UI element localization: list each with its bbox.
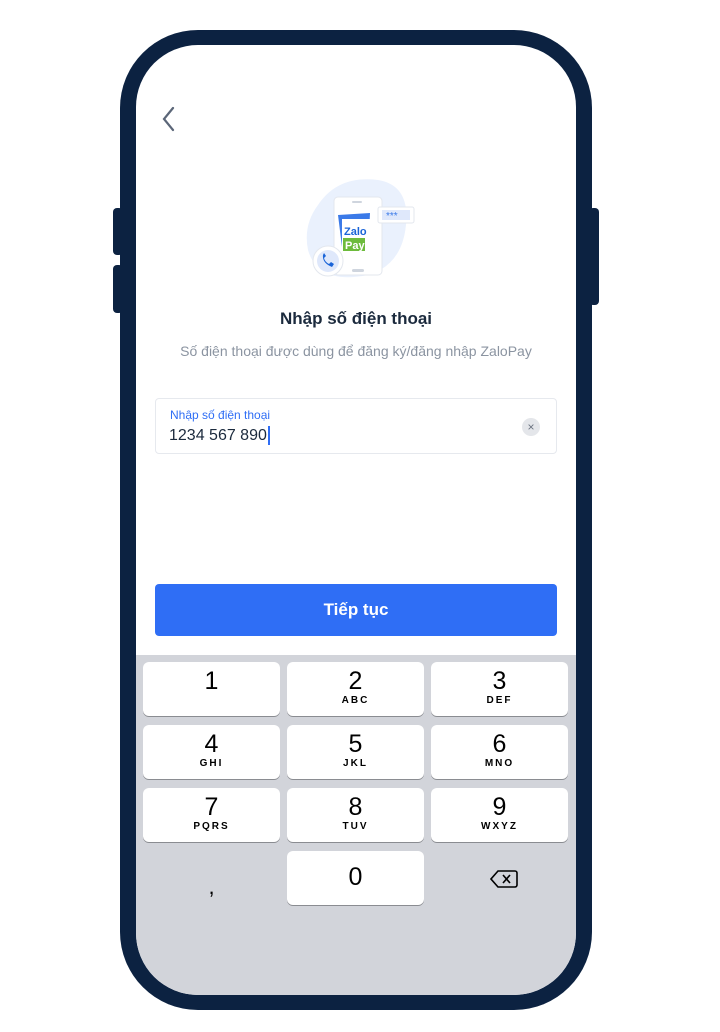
- key-letters: WXYZ: [481, 821, 518, 832]
- key-2[interactable]: 2 ABC: [287, 662, 424, 716]
- key-7[interactable]: 7 PQRS: [143, 788, 280, 842]
- key-8[interactable]: 8 TUV: [287, 788, 424, 842]
- logo-text-pay: Pay: [345, 240, 365, 252]
- key-0[interactable]: 0: [287, 851, 424, 905]
- text-caret: [267, 426, 270, 445]
- key-3[interactable]: 3 DEF: [431, 662, 568, 716]
- clear-icon[interactable]: ×: [522, 418, 540, 436]
- key-1[interactable]: 1: [143, 662, 280, 716]
- field-label: Nhập số điện thoại: [170, 408, 271, 422]
- page-subtitle: Số điện thoại được dùng để đăng ký/đăng …: [180, 343, 532, 359]
- continue-button[interactable]: Tiếp tục: [155, 584, 557, 636]
- key-letters: GHI: [199, 758, 224, 769]
- page-title: Nhập số điện thoại: [279, 309, 433, 328]
- key-digit: 7: [204, 793, 219, 821]
- logo-text-zalo: Zalo: [344, 226, 367, 238]
- key-digit: 0: [348, 863, 363, 891]
- key-9[interactable]: 9 WXYZ: [431, 788, 568, 842]
- key-digit: 8: [348, 793, 363, 821]
- chevron-left-icon[interactable]: [158, 105, 180, 133]
- key-digit: 5: [348, 730, 363, 758]
- phone-number-field[interactable]: Nhập số điện thoại 1234 567 890 ×: [155, 398, 557, 454]
- key-letters: PQRS: [193, 821, 230, 832]
- phone-number-input[interactable]: 1234 567 890: [169, 427, 267, 445]
- key-4[interactable]: 4 GHI: [143, 725, 280, 779]
- screen: Zalo Pay *** Nhập số điện thoại Số điện …: [136, 45, 576, 995]
- key-5[interactable]: 5 JKL: [287, 725, 424, 779]
- key-comma[interactable]: ,: [143, 865, 280, 919]
- key-letters: TUV: [342, 821, 369, 832]
- backspace-icon[interactable]: [490, 869, 518, 889]
- key-digit: 4: [204, 730, 219, 758]
- zalopay-illustration: Zalo Pay ***: [306, 179, 415, 278]
- key-digit: 3: [492, 667, 507, 695]
- numeric-keypad: , 0 1 2 ABC 3 DEF 4 GHI 5 JKL 6 MNO 7 PQRS 8 TUV 9 WXYZ: [136, 655, 576, 995]
- key-6[interactable]: 6 MNO: [431, 725, 568, 779]
- key-digit: 1: [204, 667, 219, 695]
- key-digit: 9: [492, 793, 507, 821]
- key-digit: 2: [348, 667, 363, 695]
- key-letters: JKL: [343, 758, 368, 769]
- key-letters: ABC: [341, 695, 370, 706]
- key-letters: DEF: [486, 695, 513, 706]
- key-digit: 6: [492, 730, 507, 758]
- key-letters: MNO: [484, 758, 515, 769]
- password-dots: ***: [386, 211, 398, 222]
